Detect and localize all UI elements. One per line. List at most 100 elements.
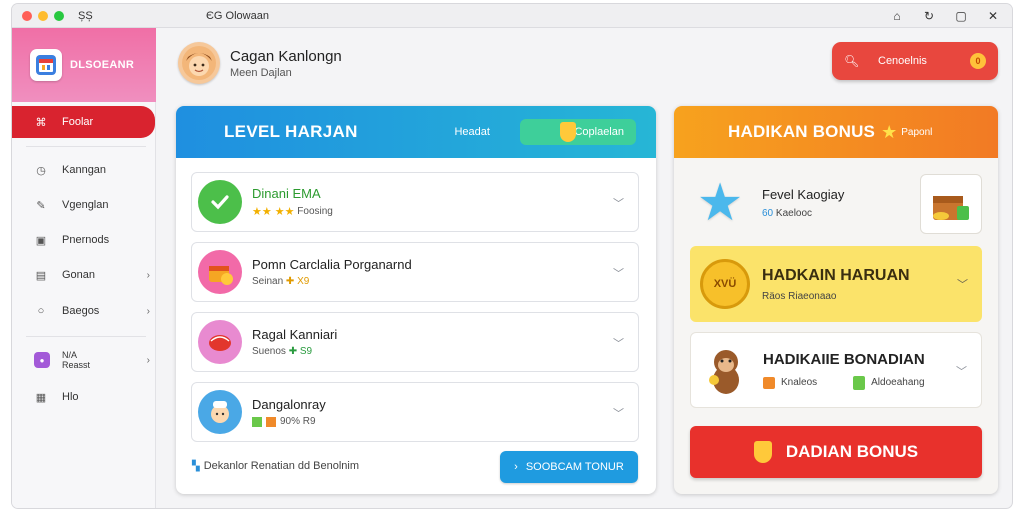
task-title: Pomn Carclalia Porganarnd <box>252 257 412 272</box>
sidebar-item-hlo[interactable]: ▦ Hlo <box>12 383 156 411</box>
card-subtitle-2: Aldoeahang <box>871 377 925 388</box>
app-label: ȘȘ <box>78 9 93 22</box>
sidebar-divider <box>26 146 146 147</box>
task-row[interactable]: Ragal Kanniari Suenos ✚ S9 ﹀ <box>191 312 639 372</box>
chevron-down-icon[interactable]: ﹀ <box>957 276 968 292</box>
chevron-right-icon: › <box>146 269 150 281</box>
badge-icon: ● <box>34 352 50 368</box>
user-subtitle: Meen Dajlan <box>230 66 292 79</box>
grid-icon: ▚ <box>192 460 200 472</box>
footer-note-text: Dekanlor Renatian dd Benolnim <box>203 460 360 472</box>
stars-icon: ★★ ★★ <box>252 206 295 218</box>
sidebar-item-active[interactable]: ⌘ Foolar <box>12 106 155 138</box>
clipboard-icon: ▤ <box>35 269 47 282</box>
chevron-down-icon[interactable]: ﹀ <box>956 363 967 379</box>
tag-icon <box>252 416 262 427</box>
sidebar-item-label: Vgenglan <box>62 199 109 211</box>
chevron-down-icon[interactable]: ﹀ <box>613 405 624 421</box>
image-icon: ▣ <box>35 234 47 247</box>
avatar <box>178 42 220 84</box>
trophy-icon <box>560 122 577 142</box>
sidebar-item-label: N/A Reasst <box>62 350 90 370</box>
task-title: Dangalonray <box>252 397 326 412</box>
home-icon[interactable]: ⌂ <box>888 7 906 25</box>
search-icon: 🔍︎ <box>844 54 860 68</box>
level-panel: LEVEL HARJAN Headat Coplaelan Dinani EMA… <box>176 106 656 494</box>
sidebar-item-label: Kanngan <box>62 164 107 176</box>
card-subtitle: Räos Riaeonaao <box>762 290 837 302</box>
sidebar-item-vgenglan[interactable]: ✎ Vgenglan <box>12 191 156 219</box>
chevron-right-icon: › <box>146 354 150 366</box>
trophy-icon <box>753 441 772 463</box>
sidebar-item-label: Foolar <box>62 116 94 128</box>
top-action-label: Cenoelnis <box>878 55 927 67</box>
sidebar: DLSOEANR ⌘ Foolar ◷ Kanngan ✎ Vgenglan ▣… <box>12 28 156 508</box>
arrow-right-icon: › <box>514 461 518 473</box>
sidebar-item-gonan[interactable]: ▤ Gonan › <box>12 261 156 289</box>
footer-button-label: SOOBCAM TONUR <box>525 461 624 473</box>
reward-subtitle: Kaelooc <box>775 208 813 219</box>
sidebar-divider <box>26 336 146 337</box>
zoom-dot-icon[interactable] <box>54 10 64 21</box>
sidebar-item-reasst[interactable]: ● N/A Reasst › <box>12 346 156 374</box>
level-panel-title: LEVEL HARJAN <box>224 122 358 141</box>
header-complete-button[interactable]: Headat Coplaelan <box>454 119 636 145</box>
task-title: Dinani EMA <box>252 186 321 201</box>
tag-icon <box>763 376 775 389</box>
sidebar-item-line1: N/A <box>62 350 78 360</box>
coin-icon: 0 <box>970 53 986 69</box>
clock-icon: ◷ <box>36 164 46 177</box>
task-title: Ragal Kanniari <box>252 327 338 342</box>
user-profile[interactable]: Cagan Kanlongn Meen Dajlan <box>178 42 342 84</box>
star-icon: ★ <box>696 174 744 232</box>
maximize-icon[interactable]: ▢ <box>952 7 970 25</box>
bin-icon <box>853 375 866 390</box>
chevron-right-icon: › <box>146 305 150 317</box>
title-bar: ȘȘ ЄG Olowaan ⌂ ↻ ▢ ✕ <box>12 4 1012 28</box>
sidebar-item-baegos[interactable]: ○ Baegos › <box>12 297 156 325</box>
app-window: ȘȘ ЄG Olowaan ⌂ ↻ ▢ ✕ DLSOEANR ⌘ Foolar … <box>12 4 1012 508</box>
chevron-down-icon[interactable]: ﹀ <box>613 265 624 281</box>
check-icon <box>198 180 242 224</box>
close-icon[interactable]: ✕ <box>984 7 1002 25</box>
sidebar-item-line2: Reasst <box>62 360 91 370</box>
minimize-dot-icon[interactable] <box>38 10 48 21</box>
bonus-panel-header: HADIKAN BONUS ★ Paponl <box>674 106 998 158</box>
sidebar-item-label: Hlo <box>62 391 79 403</box>
task-row[interactable]: Dinani EMA ★★ ★★ Foosing ﹀ <box>191 172 639 232</box>
task-extra: ✚ X9 <box>285 276 310 287</box>
star-icon: ★ <box>881 121 898 142</box>
claim-bonus-button[interactable]: DADIAN BONUS <box>690 426 982 478</box>
sidebar-header: DLSOEANR <box>12 28 156 102</box>
chest-icon[interactable] <box>920 174 982 234</box>
tag-icon <box>266 416 276 427</box>
reward-title: Fevel Kaogiay <box>762 187 845 202</box>
task-row[interactable]: Pomn Carclalia Porganarnd Seinan ✚ X9 ﹀ <box>191 242 639 302</box>
header-button-label: Coplaelan <box>574 126 624 138</box>
bonus-panel-title: HADIKAN BONUS <box>728 122 876 141</box>
bonus-button-label: DADIAN BONUS <box>785 442 919 461</box>
reward-sub-prefix: 60 <box>762 208 774 219</box>
chef-icon <box>198 390 242 434</box>
close-dot-icon[interactable] <box>22 10 32 21</box>
footer-action-button[interactable]: › SOOBCAM TONUR <box>500 451 638 483</box>
sidebar-item-pnernods[interactable]: ▣ Pnernods <box>12 226 156 254</box>
calculator-icon: ▦ <box>35 391 47 404</box>
task-subtitle: Seinan <box>252 276 284 287</box>
pencil-icon: ✎ <box>36 199 46 212</box>
card-subtitle-1: Knaleos <box>781 377 818 388</box>
daily-bonus-card[interactable]: XVÜ HADKAIN HARUAN Räos Riaeonaao ﹀ <box>690 246 982 322</box>
refresh-icon[interactable]: ↻ <box>920 7 938 25</box>
chevron-down-icon[interactable]: ﹀ <box>613 335 624 351</box>
bonus-card[interactable]: HADIKAIIE BONADIAN Knaleos Aldoeahang ﹀ <box>690 332 982 408</box>
coin-icon: XVÜ <box>700 259 750 309</box>
chevron-down-icon[interactable]: ﹀ <box>613 195 624 211</box>
sidebar-item-label: Baegos <box>62 305 100 317</box>
task-row[interactable]: Dangalonray 90% R9 ﹀ <box>191 382 639 442</box>
top-action-button[interactable]: 🔍︎ Cenoelnis 0 <box>832 42 998 80</box>
card-title: HADKAIN HARUAN <box>762 266 910 284</box>
reward-summary: ★ Fevel Kaogiay 60 Kaelooc <box>690 168 982 238</box>
bonus-panel-subtitle: Paponl <box>901 126 933 138</box>
home-icon: ⌘ <box>35 116 47 129</box>
sidebar-item-kanngan[interactable]: ◷ Kanngan <box>12 156 156 184</box>
